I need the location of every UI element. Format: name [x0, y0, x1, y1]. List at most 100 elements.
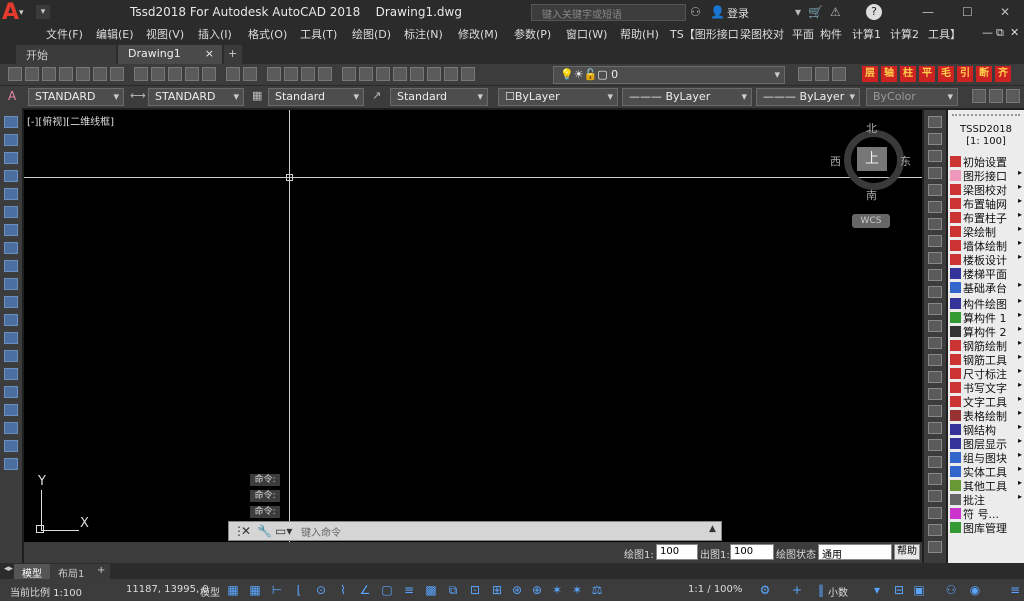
- hatch-icon[interactable]: [4, 368, 18, 380]
- gizmo-icon[interactable]: ⊕: [530, 583, 544, 597]
- draworder-front-icon[interactable]: [928, 422, 942, 434]
- close-icon[interactable]: ✕: [1000, 5, 1010, 19]
- osnap-track-icon[interactable]: ∠: [358, 583, 372, 597]
- menu-item[interactable]: 绘图(D): [352, 26, 391, 42]
- min-doc-icon[interactable]: —: [982, 26, 993, 39]
- tssd-menu-item[interactable]: 批注 ▸: [950, 492, 1022, 507]
- scale-icon[interactable]: [928, 235, 942, 247]
- matchprop-icon[interactable]: [185, 67, 199, 81]
- arc-icon[interactable]: [4, 206, 18, 218]
- new-layout-button[interactable]: +: [92, 564, 111, 579]
- drawing-canvas[interactable]: [-][俯视][二维线框] 上 北 南 西 东 WCS Y X: [24, 110, 922, 542]
- chamfer-icon[interactable]: [928, 354, 942, 366]
- transparency-icon[interactable]: ▩: [424, 583, 438, 597]
- menu-item[interactable]: 梁图校对: [740, 26, 784, 42]
- array-icon[interactable]: [928, 184, 942, 196]
- community-icon[interactable]: ⚠: [830, 5, 841, 19]
- dim-style-dropdown[interactable]: STANDARD: [148, 88, 244, 106]
- tssd-menu-item[interactable]: 基础承台 ▸: [950, 280, 1022, 295]
- join-icon[interactable]: [928, 337, 942, 349]
- explode-icon[interactable]: [928, 405, 942, 417]
- layer-unisolate-icon[interactable]: [832, 67, 846, 81]
- tssd-quick-button[interactable]: 毛: [938, 66, 954, 82]
- mleader-style-dropdown[interactable]: Standard: [390, 88, 488, 106]
- tssd-menu-item[interactable]: 实体工具 ▸: [950, 464, 1022, 479]
- auto-scale-icon[interactable]: ✶: [570, 583, 584, 597]
- annot-to-front-icon[interactable]: [928, 541, 942, 553]
- tssd-quick-button[interactable]: 断: [976, 66, 992, 82]
- menu-item[interactable]: 格式(O): [248, 26, 287, 42]
- osnap-icon[interactable]: ▢: [380, 583, 394, 597]
- print-icon[interactable]: [59, 67, 73, 81]
- menu-item[interactable]: 构件: [820, 26, 842, 42]
- login-button[interactable]: 登录: [727, 5, 749, 21]
- ortho-icon[interactable]: ⌊: [292, 583, 306, 597]
- fillet-icon[interactable]: [928, 371, 942, 383]
- plotstyle-dropdown[interactable]: ByColor: [866, 88, 958, 106]
- clean-screen-icon[interactable]: ◉: [968, 583, 982, 597]
- menu-item[interactable]: 帮助(H): [620, 26, 659, 42]
- layer-manager-icon[interactable]: [461, 67, 475, 81]
- menu-item[interactable]: 文件(F): [46, 26, 83, 42]
- help-button[interactable]: ?: [866, 4, 882, 20]
- tssd-quick-button[interactable]: 齐: [995, 66, 1011, 82]
- draw-scale-dropdown[interactable]: 100: [656, 544, 698, 560]
- tssd-menu-item[interactable]: 构件绘图 ▸: [950, 296, 1022, 311]
- tab-scroll-icon[interactable]: ◂▸: [4, 564, 13, 574]
- render-icon[interactable]: [989, 89, 1003, 103]
- tssd-menu-item[interactable]: 布置柱子 ▸: [950, 210, 1022, 225]
- tab-layout1[interactable]: 布局1: [50, 564, 93, 580]
- ellipse-icon[interactable]: [4, 278, 18, 290]
- table-icon[interactable]: [4, 422, 18, 434]
- isodraft-icon[interactable]: ⌇: [336, 583, 350, 597]
- designcenter-icon[interactable]: [359, 67, 373, 81]
- maximize-icon[interactable]: ☐: [962, 5, 973, 19]
- redo-icon[interactable]: [243, 67, 257, 81]
- cut-icon[interactable]: [134, 67, 148, 81]
- draworder-under-icon[interactable]: [928, 473, 942, 485]
- close-doc-icon[interactable]: ✕: [1010, 26, 1019, 39]
- command-prompt-icon[interactable]: ▭▾: [275, 524, 292, 538]
- quick-access-menu-icon[interactable]: ▾: [36, 5, 50, 19]
- rectangle-icon[interactable]: [4, 188, 18, 200]
- menu-item[interactable]: 修改(M): [458, 26, 498, 42]
- tssd-menu-item[interactable]: 楼梯平面: [950, 266, 1022, 281]
- menu-item[interactable]: 平面: [792, 26, 814, 42]
- publish-icon[interactable]: [93, 67, 107, 81]
- offset-icon[interactable]: [928, 167, 942, 179]
- customize-icon[interactable]: 🔧: [257, 524, 272, 538]
- dynamic-ucs-icon[interactable]: ⊞: [490, 583, 504, 597]
- tssd-menu-item[interactable]: 钢结构 ▸: [950, 422, 1022, 437]
- tssd-menu-item[interactable]: 图库管理: [950, 520, 1022, 535]
- multiline-text-icon[interactable]: [4, 440, 18, 452]
- annotation-visibility-icon[interactable]: ✶: [550, 583, 564, 597]
- viewcube[interactable]: 上 北 南 西 东 WCS: [830, 120, 914, 240]
- compass-south[interactable]: 南: [866, 187, 877, 203]
- grid-icon[interactable]: ▦: [226, 583, 240, 597]
- viewcube-top-face[interactable]: 上: [857, 147, 887, 171]
- tssd-menu-item[interactable]: 表格绘制 ▸: [950, 408, 1022, 423]
- dim-to-front-icon[interactable]: [928, 524, 942, 536]
- tssd-menu-item[interactable]: 梁绘制 ▸: [950, 224, 1022, 239]
- tssd-menu-item[interactable]: 楼板设计 ▸: [950, 252, 1022, 267]
- lineweight-dropdown[interactable]: ——— ByLayer: [756, 88, 860, 106]
- lineweight-icon[interactable]: ≡: [402, 583, 416, 597]
- text-to-front-icon[interactable]: [928, 490, 942, 502]
- menu-item[interactable]: 工具】: [928, 26, 961, 42]
- dropdown-icon[interactable]: ▾: [795, 5, 801, 19]
- properties-icon[interactable]: [342, 67, 356, 81]
- zoom-previous-icon[interactable]: [318, 67, 332, 81]
- menu-item[interactable]: 标注(N): [404, 26, 443, 42]
- menu-item[interactable]: 参数(P): [514, 26, 551, 42]
- extend-icon[interactable]: [928, 286, 942, 298]
- toolpalettes-icon[interactable]: [376, 67, 390, 81]
- new-icon[interactable]: [8, 67, 22, 81]
- command-input[interactable]: 键入命令: [301, 524, 341, 539]
- command-history-toggle-icon[interactable]: ▲: [709, 524, 716, 534]
- autocad-logo[interactable]: A▾: [2, 2, 34, 24]
- plot-style-icon[interactable]: [972, 89, 986, 103]
- tab-drawing1[interactable]: Drawing1 ×: [118, 45, 222, 64]
- mirror-icon[interactable]: [928, 150, 942, 162]
- rotate-icon[interactable]: [928, 218, 942, 230]
- 3dprint-icon[interactable]: [110, 67, 124, 81]
